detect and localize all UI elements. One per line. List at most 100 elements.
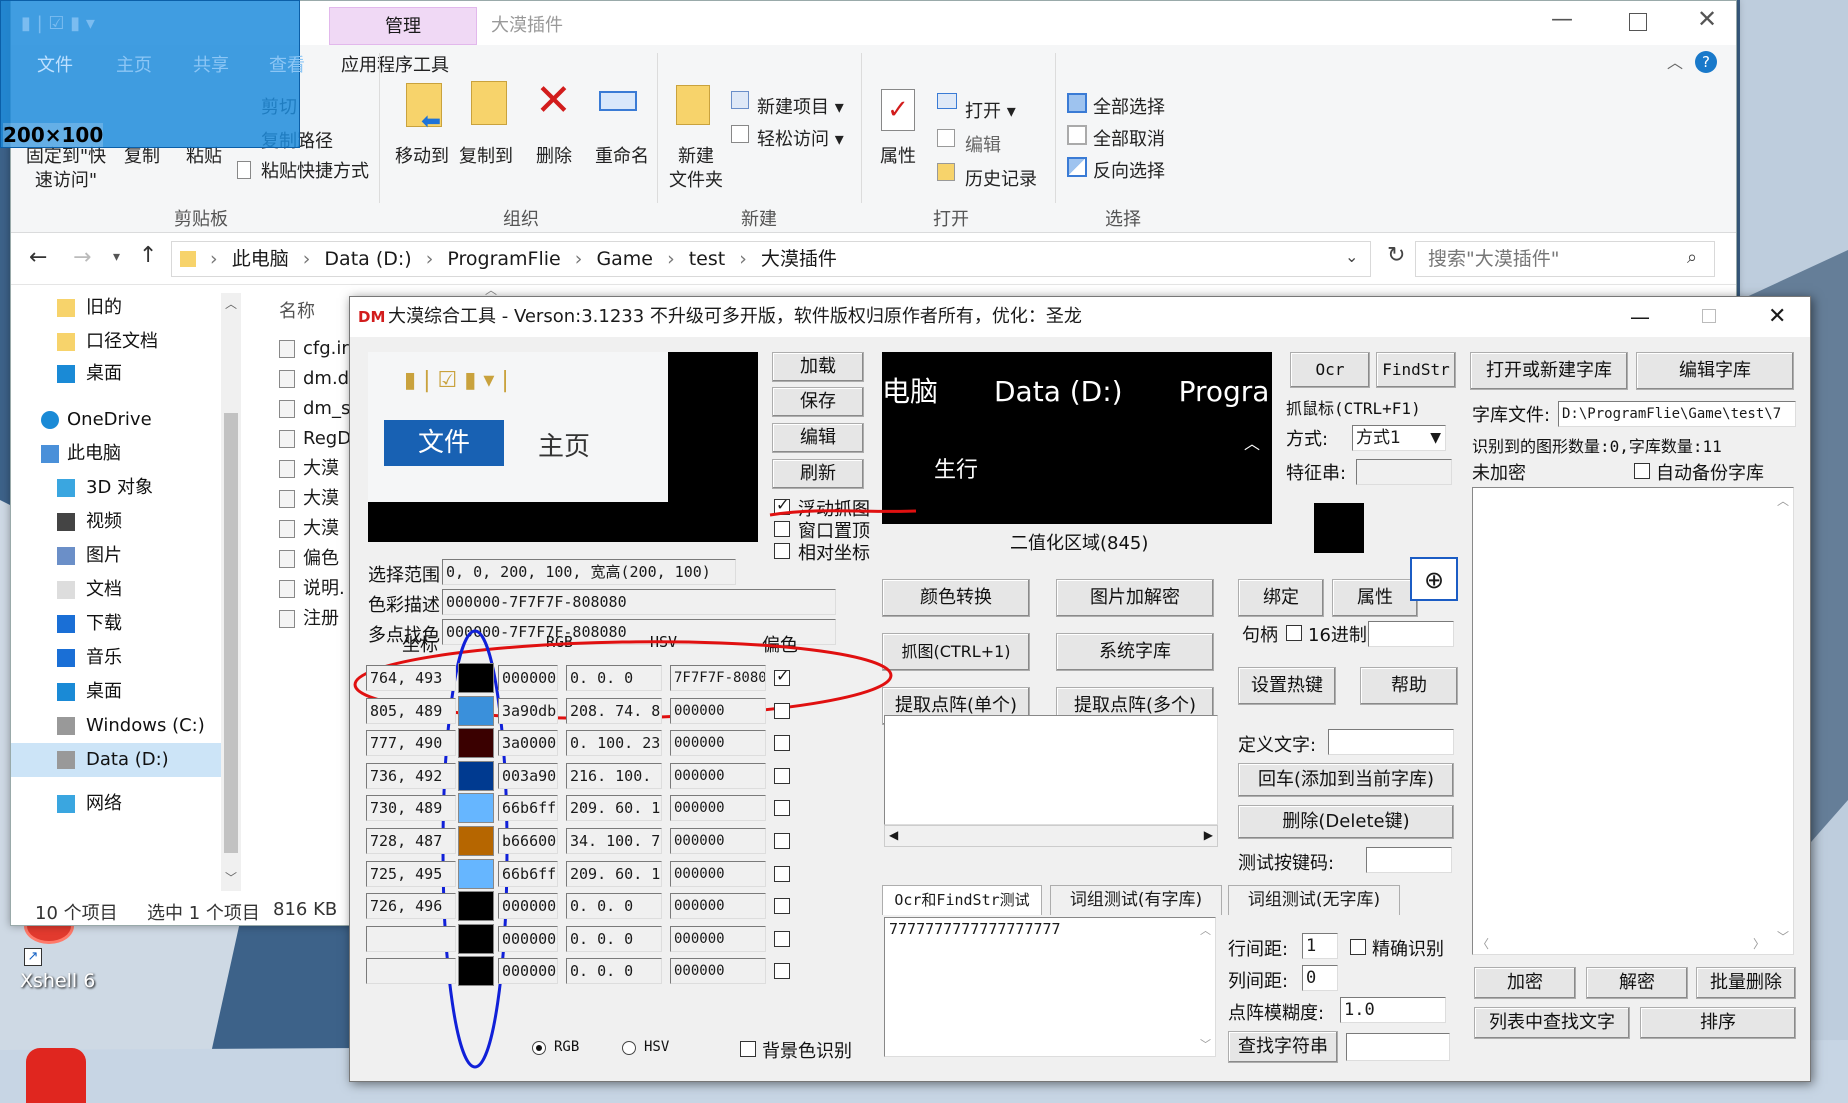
edit-library-button[interactable]: 编辑字库 — [1636, 352, 1794, 390]
sort-button[interactable]: 排序 — [1640, 1007, 1796, 1039]
system-library-button[interactable]: 系统字库 — [1056, 633, 1214, 671]
breadcrumb-item[interactable]: Game — [596, 248, 653, 270]
hotkey-button[interactable]: 设置热键 — [1238, 667, 1336, 705]
app-tools-tab[interactable]: 应用程序工具 — [341, 51, 449, 77]
col-gap-input[interactable]: 0 — [1302, 965, 1338, 991]
minimize-button[interactable]: — — [1551, 7, 1581, 37]
breadcrumb-item[interactable]: ProgramFlie — [447, 248, 560, 270]
rename-button[interactable]: 重命名 — [587, 145, 657, 169]
capture-button[interactable]: 抓图(CTRL+1) — [882, 633, 1030, 671]
tab-phrase-no-lib[interactable]: 词组测试(无字库) — [1228, 885, 1400, 915]
color-desc-input[interactable]: 000000-7F7F7F-808080 — [442, 589, 836, 615]
offset-field[interactable]: 000000 — [670, 795, 766, 822]
pin-quick-access-button[interactable]: 固定到"快 速访问" — [21, 145, 111, 193]
enter-add-button[interactable]: 回车(添加到当前字库) — [1238, 763, 1454, 797]
manage-tab[interactable]: 管理 — [329, 7, 477, 45]
offset-field[interactable]: 000000 — [670, 893, 766, 920]
file-list-item[interactable]: 大漠 — [273, 513, 339, 545]
breadcrumb-item[interactable]: test — [689, 248, 726, 270]
row-checkbox[interactable] — [774, 963, 790, 980]
relative-coord-checkbox[interactable] — [774, 543, 790, 559]
crosshair-target-icon[interactable]: ⊕ — [1410, 557, 1458, 601]
window-on-top-checkbox[interactable] — [774, 521, 790, 537]
coord-field[interactable]: 728, 487 — [366, 828, 456, 854]
hsv-field[interactable]: 0. 100. 23 — [566, 730, 662, 757]
capture-preview[interactable]: ▮ | ☑ ▮ ▾ | 文件 主页 — [368, 352, 758, 542]
handle-input[interactable] — [1368, 621, 1454, 647]
batch-delete-button[interactable]: 批量删除 — [1696, 967, 1796, 999]
file-list-item[interactable]: dm_s — [273, 393, 350, 425]
hsv-field[interactable]: 0. 0. 0 — [566, 893, 662, 920]
capture-selection-overlay[interactable]: ▮ | ☑ ▮ ▾ 文件 主页 共享 查看 200×100 — [0, 0, 305, 148]
color-convert-button[interactable]: 颜色转换 — [882, 579, 1030, 617]
row-checkbox[interactable] — [774, 865, 790, 882]
edit-button[interactable]: 编辑 — [965, 131, 1001, 157]
offset-field[interactable]: 000000 — [670, 730, 766, 757]
tab-phrase-with-lib[interactable]: 词组测试(有字库) — [1050, 885, 1222, 915]
nav-item[interactable]: OneDrive — [11, 403, 221, 437]
offset-field[interactable]: 000000 — [670, 860, 766, 887]
mode-select[interactable]: 方式1 ▼ — [1352, 425, 1446, 451]
ocr-scroll-down-icon[interactable]: ﹀ — [1200, 1036, 1211, 1052]
rgb-field[interactable]: 003a90 — [498, 762, 558, 789]
coord-field[interactable] — [366, 958, 456, 985]
rgb-field[interactable]: 66b6ff — [498, 795, 558, 822]
nav-item[interactable]: 图片 — [11, 539, 221, 573]
nav-item[interactable]: Windows (C:) — [11, 709, 221, 743]
scroll-up-icon[interactable]: ︿ — [225, 295, 237, 312]
list-scroll-right-icon[interactable]: 〉 — [1753, 935, 1765, 952]
list-scroll-up-icon[interactable]: ︿ — [1777, 492, 1789, 509]
ocr-result-box[interactable]: 7777777777777777777 ︿ ﹀ — [884, 917, 1216, 1057]
rgb-field[interactable]: 000000 — [498, 893, 558, 920]
row-checkbox[interactable] — [774, 666, 790, 686]
help-button[interactable]: 帮助 — [1360, 667, 1458, 705]
row-checkbox[interactable] — [774, 898, 790, 915]
float-capture-checkbox[interactable] — [774, 495, 790, 515]
load-button[interactable]: 加载 — [772, 352, 864, 382]
rgb-field[interactable]: 000000 — [498, 925, 558, 952]
recent-dropdown-icon[interactable]: ▾ — [113, 249, 120, 265]
find-in-list-button[interactable]: 列表中查找文字 — [1474, 1007, 1630, 1039]
refresh-icon[interactable]: ↻ — [1387, 243, 1405, 268]
ocr-button[interactable]: Ocr — [1290, 352, 1370, 388]
rgb-field[interactable]: 3a0000 — [498, 730, 558, 757]
breadcrumb-item[interactable]: Data (D:) — [324, 248, 411, 270]
coord-field[interactable]: 730, 489 — [366, 795, 456, 822]
hsv-radio[interactable] — [622, 1041, 636, 1055]
hsv-field[interactable]: 209. 60. 100 — [566, 860, 662, 887]
up-icon[interactable]: ↑ — [139, 243, 157, 268]
coord-field[interactable]: 805, 489 — [366, 697, 456, 724]
ocr-scroll-up-icon[interactable]: ︿ — [1200, 922, 1211, 938]
close-button[interactable]: ✕ — [1697, 5, 1717, 33]
hsv-field[interactable]: 209. 60. 100 — [566, 795, 662, 822]
coord-field[interactable]: 736, 492 — [366, 762, 456, 789]
test-key-input[interactable] — [1366, 847, 1452, 873]
coord-field[interactable]: 764, 493 — [366, 665, 456, 691]
offset-field[interactable]: 000000 — [670, 828, 766, 854]
list-scroll-left-icon[interactable]: 〈 — [1477, 935, 1489, 952]
file-list-item[interactable]: 大漠 — [273, 453, 339, 485]
h-scrollbar[interactable]: ◀ ▶ — [884, 825, 1218, 847]
nav-item[interactable]: Data (D:) — [11, 743, 221, 777]
nav-item[interactable]: 此电脑 — [11, 437, 221, 471]
rgb-field[interactable]: 3a90db — [498, 697, 558, 724]
edit-button[interactable]: 编辑 — [772, 423, 864, 453]
select-all-button[interactable]: 全部选择 — [1093, 93, 1165, 119]
easy-access-button[interactable]: 轻松访问 ▾ — [757, 125, 844, 151]
scroll-down-icon[interactable]: ﹀ — [225, 869, 237, 886]
precise-checkbox[interactable] — [1350, 939, 1366, 955]
delete-key-button[interactable]: 删除(Delete键) — [1238, 805, 1454, 839]
hsv-field[interactable]: 216. 100. 56 — [566, 762, 662, 789]
offset-field[interactable]: 000000 — [670, 762, 766, 789]
row-checkbox[interactable] — [774, 767, 790, 784]
tab-ocr-findstr[interactable]: Ocr和FindStr测试 — [882, 885, 1042, 915]
file-list-item[interactable]: 大漠 — [273, 483, 339, 515]
offset-field[interactable]: 000000 — [670, 925, 766, 952]
search-input[interactable]: 搜索"大漠插件" — [1415, 241, 1715, 277]
dm-maximize-button[interactable] — [1702, 309, 1716, 323]
nav-item[interactable]: 旧的 — [11, 291, 221, 325]
nav-item[interactable]: 音乐 — [11, 641, 221, 675]
back-icon[interactable]: ← — [29, 245, 47, 270]
hsv-field[interactable]: 0. 0. 0 — [566, 665, 662, 691]
rgb-field[interactable]: 000000 — [498, 958, 558, 985]
